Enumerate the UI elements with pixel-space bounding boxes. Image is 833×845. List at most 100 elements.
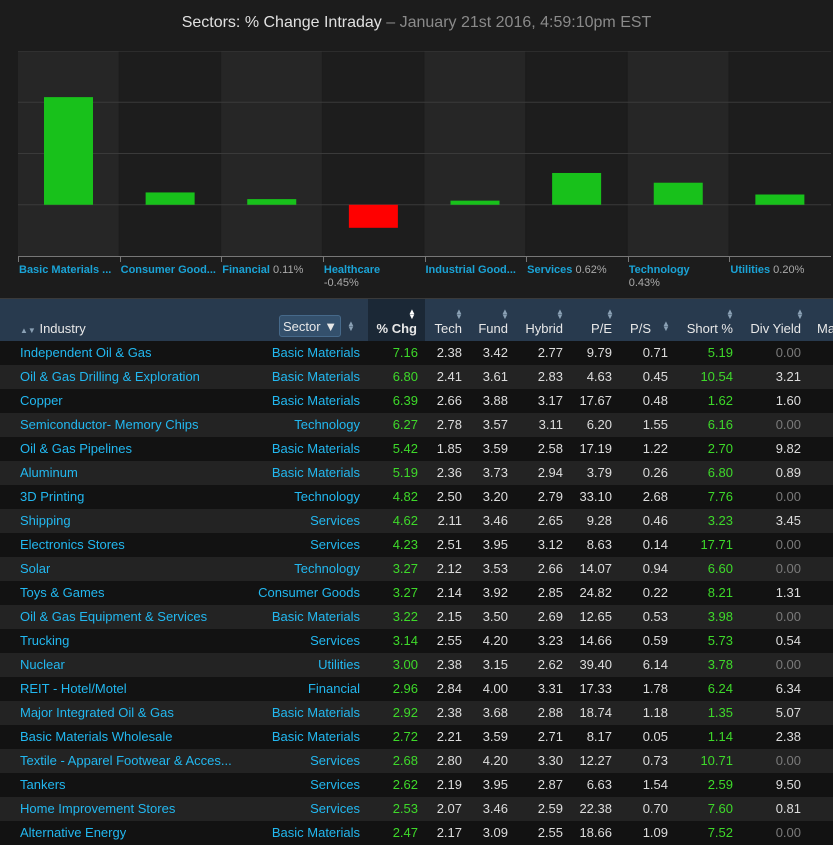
cell-industry[interactable]: Independent Oil & Gas [20,345,152,360]
cell-sector[interactable]: Services [310,633,360,648]
table-row[interactable]: Semiconductor- Memory Chips Technology 6.2… [0,413,833,437]
table-row[interactable]: Oil & Gas Drilling & Exploration Basic Ma… [0,365,833,389]
table-row[interactable]: Aluminum Basic Materials 5.19 2.36 3.73 2.94 3… [0,461,833,485]
cell-industry[interactable]: Shipping [20,513,71,528]
cell-sector[interactable]: Technology [294,417,360,432]
col-hybrid[interactable]: Hybrid [525,321,563,336]
cell-sector[interactable]: Technology [294,561,360,576]
cell-sector[interactable]: Services [310,513,360,528]
cell-sector[interactable]: Financial [308,681,360,696]
cell-sector[interactable]: Basic Materials [272,465,360,480]
bar-healthcare[interactable] [348,204,398,228]
sort-icon[interactable]: ▲ ▼ [347,320,355,333]
cell-industry[interactable]: Basic Materials Wholesale [20,729,172,744]
col-div[interactable]: Div Yield [750,321,801,336]
sort-icon[interactable]: ▲ ▼ [455,308,463,321]
table-row[interactable]: Alternative Energy Basic Materials 2.47 2.1… [0,821,833,845]
cell-industry[interactable]: Solar [20,561,50,576]
bar-services[interactable] [552,172,602,205]
cell-industry[interactable]: 3D Printing [20,489,84,504]
table-row[interactable]: REIT - Hotel/Motel Financial 2.96 2.84 4.00 3… [0,677,833,701]
cell-sector[interactable]: Basic Materials [272,345,360,360]
cell-industry[interactable]: Nuclear [20,657,65,672]
table-row[interactable]: Electronics Stores Services 4.23 2.51 3.95 3.… [0,533,833,557]
cell-industry[interactable]: Oil & Gas Drilling & Exploration [20,369,200,384]
cell-sector[interactable]: Services [310,537,360,552]
table-row[interactable]: Trucking Services 3.14 2.55 4.20 3.23 14.66 0.5… [0,629,833,653]
cell-sector[interactable]: Basic Materials [272,441,360,456]
cell-sector[interactable]: Basic Materials [272,825,360,840]
cell-sector[interactable]: Basic Materials [272,729,360,744]
table-row[interactable]: Shipping Services 4.62 2.11 3.46 2.65 9.28 0.46… [0,509,833,533]
table-row[interactable]: Toys & Games Consumer Goods 3.27 2.14 3.92 2.… [0,581,833,605]
table-row[interactable]: Tankers Services 2.62 2.19 3.95 2.87 6.63 1.54 2… [0,773,833,797]
col-more[interactable]: Ma [817,321,833,336]
sector-label[interactable]: Basic Materials ... [19,264,111,277]
cell-industry[interactable]: Trucking [20,633,69,648]
sort-icon[interactable]: ▲ ▼ [556,308,564,321]
cell-sector[interactable]: Basic Materials [272,609,360,624]
sector-label[interactable]: Financial 0.11% [222,264,303,277]
cell-industry[interactable]: REIT - Hotel/Motel [20,681,127,696]
cell-industry[interactable]: Oil & Gas Pipelines [20,441,132,456]
table-row[interactable]: Textile - Apparel Footwear & Acces... Ser… [0,749,833,773]
cell-sector[interactable]: Basic Materials [272,705,360,720]
cell-sector[interactable]: Basic Materials [272,369,360,384]
col-industry[interactable]: ▲▼ Industry [20,321,86,336]
table-row[interactable]: Copper Basic Materials 6.39 2.66 3.88 3.17 17.… [0,389,833,413]
cell-sector[interactable]: Basic Materials [272,393,360,408]
col-ps[interactable]: P/S [630,321,651,336]
cell-industry[interactable]: Textile - Apparel Footwear & Acces... [20,753,232,768]
table-row[interactable]: Home Improvement Stores Services 2.53 2.07 3… [0,797,833,821]
table-row[interactable]: Oil & Gas Equipment & Services Basic Mate… [0,605,833,629]
sector-label[interactable]: Utilities 0.20% [730,264,804,277]
bar-utilities[interactable] [755,194,805,205]
sort-icon[interactable]: ▲ ▼ [796,308,804,321]
col-chg[interactable]: % Chg [377,321,417,336]
sector-label[interactable]: Services 0.62% [527,264,607,277]
table-row[interactable]: Oil & Gas Pipelines Basic Materials 5.42 1.… [0,437,833,461]
table-row[interactable]: 3D Printing Technology 4.82 2.50 3.20 2.79 33.… [0,485,833,509]
sort-desc-icon[interactable]: ▲ ▼ [408,308,416,321]
sector-filter-button[interactable]: Sector ▼ [279,315,341,337]
table-row[interactable]: Major Integrated Oil & Gas Basic Material… [0,701,833,725]
cell-industry[interactable]: Copper [20,393,63,408]
sort-icon[interactable]: ▲ ▼ [662,320,670,333]
table-row[interactable]: Solar Technology 3.27 2.12 3.53 2.66 14.07 0.94… [0,557,833,581]
sort-icon[interactable]: ▲ ▼ [606,308,614,321]
bar-financial[interactable] [247,199,297,205]
cell-industry[interactable]: Oil & Gas Equipment & Services [20,609,207,624]
cell-ps: 0.46 [642,513,668,528]
cell-industry[interactable]: Aluminum [20,465,78,480]
sector-label[interactable]: Industrial Good... [426,264,516,277]
bar-technology[interactable] [653,182,703,205]
sector-label[interactable]: Consumer Good... [121,264,216,277]
sector-label[interactable]: Technology 0.43% [629,264,690,290]
bar-basic-materials-[interactable] [44,97,93,205]
cell-sector[interactable]: Technology [294,489,360,504]
bar-industrial-good-[interactable] [450,200,500,205]
sort-icon[interactable]: ▲ ▼ [726,308,734,321]
cell-sector[interactable]: Services [310,801,360,816]
cell-sector[interactable]: Utilities [318,657,360,672]
sector-label[interactable]: Healthcare -0.45% [324,264,380,290]
col-pe[interactable]: P/E [591,321,612,336]
table-row[interactable]: Basic Materials Wholesale Basic Materials… [0,725,833,749]
cell-industry[interactable]: Alternative Energy [20,825,126,840]
cell-industry[interactable]: Semiconductor- Memory Chips [20,417,198,432]
cell-industry[interactable]: Toys & Games [20,585,105,600]
cell-industry[interactable]: Tankers [20,777,66,792]
cell-sector[interactable]: Services [310,777,360,792]
cell-industry[interactable]: Electronics Stores [20,537,125,552]
cell-industry[interactable]: Home Improvement Stores [20,801,175,816]
table-row[interactable]: Nuclear Utilities 3.00 2.38 3.15 2.62 39.40 6.1… [0,653,833,677]
bar-consumer-good-[interactable] [145,192,195,205]
col-short[interactable]: Short % [687,321,733,336]
sort-icon[interactable]: ▲ ▼ [501,308,509,321]
col-fund[interactable]: Fund [478,321,508,336]
cell-sector[interactable]: Consumer Goods [258,585,360,600]
cell-industry[interactable]: Major Integrated Oil & Gas [20,705,174,720]
table-row[interactable]: Independent Oil & Gas Basic Materials 7.16… [0,341,833,365]
col-tech[interactable]: Tech [435,321,462,336]
cell-sector[interactable]: Services [310,753,360,768]
